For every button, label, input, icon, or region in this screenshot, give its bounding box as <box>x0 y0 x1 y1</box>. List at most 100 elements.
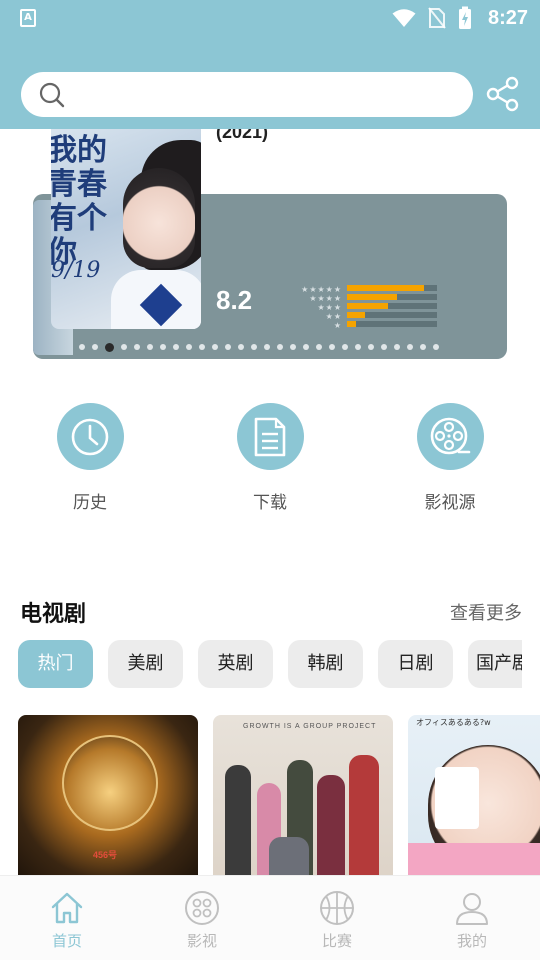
nav-home-label: 首页 <box>51 932 82 950</box>
carousel-dot[interactable] <box>147 344 153 350</box>
carousel-dots[interactable] <box>79 342 439 352</box>
carousel-dot[interactable] <box>420 344 426 350</box>
rating-bar-5 <box>347 285 437 291</box>
document-icon <box>254 417 286 456</box>
rating-bar-fill <box>347 312 365 318</box>
chip-hot[interactable]: 热门 <box>18 640 93 688</box>
video-source-label: 影视源 <box>424 493 476 513</box>
chip-uk[interactable]: 英剧 <box>198 640 273 688</box>
search-input[interactable] <box>73 80 453 109</box>
nav-home[interactable]: 首页 <box>27 890 107 951</box>
wifi-icon <box>392 9 416 27</box>
carousel-dot[interactable] <box>368 344 374 350</box>
rating-bar-fill <box>347 321 356 327</box>
header: A 8:27 <box>0 0 540 129</box>
carousel-dot[interactable] <box>407 344 413 350</box>
rating-bar-1 <box>347 321 437 327</box>
rating-bar-3 <box>347 303 437 309</box>
app-screen: A 8:27 (2021) 我的青春有个你 9/19 8.2 ★★★★★ ★★★… <box>0 0 540 960</box>
carousel-dot[interactable] <box>121 344 127 350</box>
card-caption: オフィスあるある?w <box>416 718 491 727</box>
star-row-5: ★★★★★ <box>301 285 342 294</box>
app-notification-icon: A <box>20 9 36 27</box>
battery-charging-icon <box>458 6 471 29</box>
carousel-dot[interactable] <box>433 344 439 350</box>
star-row-3: ★★★ <box>317 303 342 312</box>
nav-video-label: 影视 <box>186 932 217 950</box>
chip-kr[interactable]: 韩剧 <box>288 640 363 688</box>
carousel-dot[interactable] <box>238 344 244 350</box>
bottom-navigation: 首页 影视 比赛 我的 <box>0 875 540 960</box>
film-icon <box>185 891 219 925</box>
featured-poster[interactable]: 我的青春有个你 9/19 <box>51 120 201 329</box>
carousel-dot[interactable] <box>173 344 179 350</box>
section-title: 电视剧 <box>20 602 87 627</box>
card-number-text: 456号 <box>93 850 118 860</box>
status-bar: A 8:27 <box>0 0 540 36</box>
category-chips: 热门 美剧 英剧 韩剧 日剧 国产剧 <box>18 640 522 688</box>
carousel-dot[interactable] <box>134 344 140 350</box>
no-sim-icon <box>428 7 446 29</box>
search-bar[interactable] <box>21 72 473 117</box>
chip-jp[interactable]: 日剧 <box>378 640 453 688</box>
carousel-dot[interactable] <box>355 344 361 350</box>
search-icon <box>39 82 65 108</box>
series-cards: 456号 GROWTH IS A GROUP PROJECT オフィスあるある?… <box>18 715 540 875</box>
share-icon[interactable] <box>484 76 520 112</box>
user-icon <box>456 893 488 925</box>
download-button[interactable]: 下载 <box>225 403 315 513</box>
carousel-dot[interactable] <box>79 344 85 350</box>
carousel-dot[interactable] <box>394 344 400 350</box>
rating-bar-4 <box>347 294 437 300</box>
star-row-4: ★★★★ <box>309 294 342 303</box>
carousel-dot[interactable] <box>303 344 309 350</box>
history-button[interactable]: 历史 <box>45 403 135 513</box>
star-levels: ★★★★★ ★★★★ ★★★ ★★ ★ <box>282 285 342 330</box>
video-source-button[interactable]: 影视源 <box>405 403 495 513</box>
chip-us[interactable]: 美剧 <box>108 640 183 688</box>
clock-time: 8:27 <box>487 6 528 29</box>
star-row-1: ★ <box>333 321 342 330</box>
poster-title: 我的青春有个你 <box>51 133 107 270</box>
carousel-dot[interactable] <box>316 344 322 350</box>
carousel-dot[interactable] <box>277 344 283 350</box>
carousel-dot-active[interactable] <box>105 342 114 352</box>
carousel-dot[interactable] <box>92 344 98 350</box>
carousel-dot[interactable] <box>186 344 192 350</box>
see-more-link[interactable]: 查看更多 <box>450 599 522 625</box>
basketball-icon <box>320 891 354 925</box>
rating-bar-fill <box>347 303 388 309</box>
carousel-dot[interactable] <box>212 344 218 350</box>
nav-match-label: 比赛 <box>321 932 352 950</box>
carousel-dot[interactable] <box>342 344 348 350</box>
rating-bar-2 <box>347 312 437 318</box>
rating-bar-fill <box>347 294 397 300</box>
series-card[interactable]: オフィスあるある?w <box>408 715 540 875</box>
rating-score: 8.2 <box>216 285 253 315</box>
carousel-dot[interactable] <box>290 344 296 350</box>
clock-icon <box>71 418 109 455</box>
carousel-dot[interactable] <box>264 344 270 350</box>
carousel-dot[interactable] <box>381 344 387 350</box>
nav-video[interactable]: 影视 <box>162 890 242 951</box>
carousel-dot[interactable] <box>251 344 257 350</box>
carousel-dot[interactable] <box>160 344 166 350</box>
nav-profile[interactable]: 我的 <box>432 890 512 951</box>
poster-date: 9/19 <box>51 258 101 283</box>
series-card[interactable]: 456号 <box>18 715 198 875</box>
series-card[interactable]: GROWTH IS A GROUP PROJECT <box>213 715 393 875</box>
history-label: 历史 <box>73 493 107 513</box>
card-tagline: GROWTH IS A GROUP PROJECT <box>243 723 377 730</box>
carousel-dot[interactable] <box>225 344 231 350</box>
carousel-dot[interactable] <box>329 344 335 350</box>
nav-profile-label: 我的 <box>456 932 487 950</box>
nav-match[interactable]: 比赛 <box>297 890 377 951</box>
star-row-2: ★★ <box>325 312 342 321</box>
home-icon <box>51 892 83 924</box>
carousel-dot[interactable] <box>199 344 205 350</box>
film-reel-icon <box>430 417 471 454</box>
rating-bars <box>347 285 437 330</box>
status-icons: 8:27 <box>392 6 528 30</box>
rating-bar-fill <box>347 285 424 291</box>
chip-cn[interactable]: 国产剧 <box>468 640 522 688</box>
